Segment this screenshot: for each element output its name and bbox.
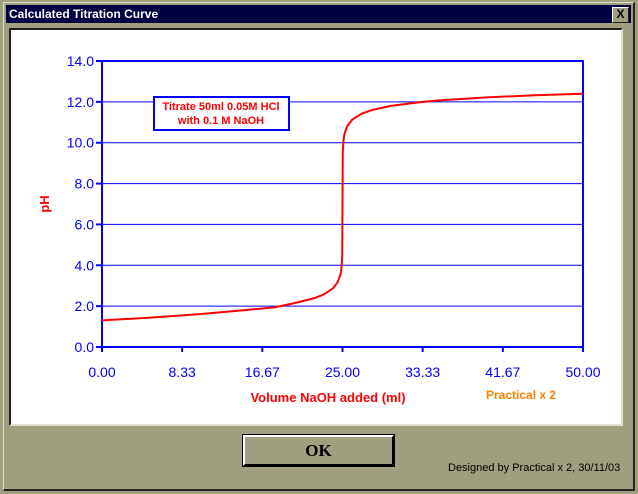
chart-title-line1: Titrate 50ml 0.05M HCl <box>162 101 279 113</box>
x-tick-label: 8.33 <box>169 364 196 380</box>
ok-button[interactable]: OK <box>242 434 395 467</box>
y-tick-label: 6.0 <box>75 216 95 232</box>
y-axis-label: pH <box>37 195 52 212</box>
y-tick-label: 4.0 <box>75 257 95 273</box>
x-tick-label: 41.67 <box>485 364 520 380</box>
x-axis-label: Volume NaOH added (ml) <box>250 390 405 405</box>
x-tick-label: 16.67 <box>245 364 280 380</box>
credit-text: Designed by Practical x 2, 30/11/03 <box>448 462 621 474</box>
y-tick-label: 8.0 <box>75 176 95 192</box>
y-tick-label: 0.0 <box>75 339 95 355</box>
x-tick-label: 0.00 <box>88 364 115 380</box>
titration-chart: 0.0 2.0 4.0 6.0 8.0 10.0 12.0 14.0 0.00 8.33 16.67… <box>37 53 601 405</box>
watermark-text: Practical x 2 <box>486 388 556 402</box>
y-tick-label: 14.0 <box>67 53 94 69</box>
y-tick-label: 12.0 <box>67 94 94 110</box>
x-tick-label: 33.33 <box>405 364 440 380</box>
chart-title-line2: with 0.1 M NaOH <box>177 115 264 127</box>
y-tick-label: 10.0 <box>67 135 94 151</box>
x-tick-label: 50.00 <box>565 364 600 380</box>
x-tick-label: 25.00 <box>325 364 360 380</box>
y-tick-label: 2.0 <box>75 298 95 314</box>
